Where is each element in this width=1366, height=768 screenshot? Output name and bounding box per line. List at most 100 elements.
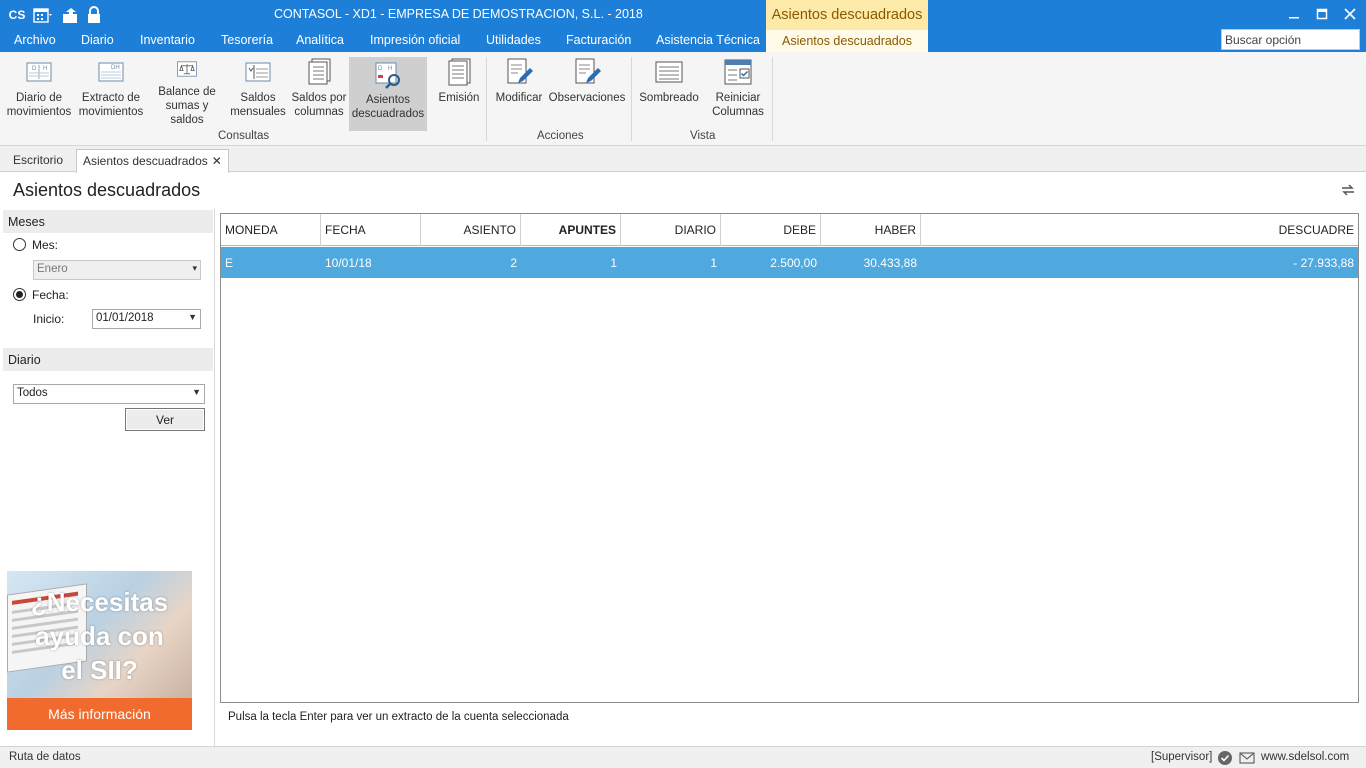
fecha-radio[interactable] xyxy=(13,288,26,301)
cs-logo-icon[interactable]: CS xyxy=(6,4,28,26)
asientos-descuadrados-button[interactable]: DH Asientos descuadrados xyxy=(349,57,427,131)
cell-apuntes: 1 xyxy=(610,256,617,270)
website-link[interactable]: www.sdelsol.com xyxy=(1261,751,1349,763)
saldos-mensuales-label1: Saldos xyxy=(240,92,276,104)
ruta-datos-label[interactable]: Ruta de datos xyxy=(9,751,81,763)
ad-headline-line1: ¿Necesitas xyxy=(30,587,169,617)
column-header-apuntes[interactable]: APUNTES xyxy=(521,214,621,246)
ribbon: DH Diario de movimientos DH Extracto de … xyxy=(0,52,1366,146)
extracto-movimientos-button[interactable]: DH Extracto de movimientos xyxy=(76,57,146,127)
grid-header: MONEDA FECHA ASIENTO APUNTES DIARIO DEBE… xyxy=(221,214,1358,246)
svg-text:DH: DH xyxy=(111,65,120,71)
mes-select[interactable]: Enero ▾ xyxy=(33,260,201,280)
tab-asientos-descuadrados-doc[interactable]: Asientos descuadrados ✕ xyxy=(76,149,229,173)
observaciones-button[interactable]: Observaciones xyxy=(548,57,626,127)
swap-icon[interactable] xyxy=(1339,181,1357,199)
filter-panel: Meses Mes: Enero ▾ Fecha: Inicio: 01/01/… xyxy=(0,209,215,746)
scale-icon xyxy=(177,61,197,77)
reiniciar-columnas-label2: Columnas xyxy=(712,106,764,118)
app-title: CONTASOL - XD1 - EMPRESA DE DEMOSTRACION… xyxy=(274,7,643,21)
ad-image[interactable]: ¿Necesitas ayuda con el SII? xyxy=(7,571,192,698)
saldos-columnas-label2: columnas xyxy=(294,106,344,118)
notes-document-icon xyxy=(575,58,601,84)
monthly-balance-icon xyxy=(245,62,271,82)
mas-informacion-button[interactable]: Más información xyxy=(7,698,192,730)
reiniciar-columnas-label1: Reiniciar xyxy=(715,92,761,104)
sombreado-label: Sombreado xyxy=(639,92,699,104)
reiniciar-columnas-button[interactable]: Reiniciar Columnas xyxy=(706,57,770,127)
diario-movimientos-label1: Diario de xyxy=(15,92,63,104)
close-icon[interactable] xyxy=(1338,4,1362,24)
balance-sumas-saldos-button[interactable]: Balance de sumas y saldos xyxy=(148,57,226,127)
maximize-icon[interactable] xyxy=(1310,4,1334,24)
sombreado-button[interactable]: Sombreado xyxy=(637,57,701,127)
folder-up-icon[interactable] xyxy=(60,4,82,26)
unbalanced-entries-icon: DH xyxy=(375,62,400,89)
tab-asientos-descuadrados[interactable]: Asientos descuadrados xyxy=(766,30,928,52)
edit-document-icon xyxy=(507,58,533,84)
asientos-descuadrados-label1: Asientos xyxy=(365,94,411,106)
saldos-mensuales-button[interactable]: Saldos mensuales xyxy=(229,57,287,127)
menu-tesoreria[interactable]: Tesorería xyxy=(221,33,273,47)
ver-button[interactable]: Ver xyxy=(125,408,205,431)
cs-logo-text: CS xyxy=(8,8,26,22)
chevron-down-icon: ▼ xyxy=(188,312,197,322)
cell-debe: 2.500,00 xyxy=(770,256,817,270)
menu-diario[interactable]: Diario xyxy=(81,33,114,47)
column-header-moneda[interactable]: MONEDA xyxy=(221,214,321,246)
svg-text:D: D xyxy=(32,66,37,72)
title-bar: CS CONTASOL - XD1 - EMPRESA DE DEMOSTRAC… xyxy=(0,0,1366,30)
print-document-icon xyxy=(448,58,471,86)
sii-help-ad: ¿Necesitas ayuda con el SII? Más informa… xyxy=(7,571,192,730)
diario-select[interactable]: Todos ▼ xyxy=(13,384,205,404)
column-header-fecha[interactable]: FECHA xyxy=(321,214,421,246)
emision-label: Emisión xyxy=(438,92,480,104)
modificar-button[interactable]: Modificar xyxy=(492,57,546,127)
ad-headline-line2: ayuda con xyxy=(35,621,164,651)
extracto-movimientos-label1: Extracto de xyxy=(81,92,141,104)
saldos-mensuales-label2: mensuales xyxy=(230,106,286,118)
column-header-haber[interactable]: HABER xyxy=(821,214,921,246)
user-label: [Supervisor] xyxy=(1151,751,1213,763)
mes-radio[interactable] xyxy=(13,238,26,251)
lock-icon[interactable] xyxy=(83,4,105,26)
close-tab-icon[interactable]: ✕ xyxy=(212,154,222,168)
menu-inventario[interactable]: Inventario xyxy=(140,33,195,47)
ribbon-separator xyxy=(631,57,632,141)
menu-impresion-oficial[interactable]: Impresión oficial xyxy=(370,33,460,47)
extract-dh-icon: DH xyxy=(98,62,124,82)
document-tabs: Escritorio Asientos descuadrados ✕ xyxy=(0,146,1366,173)
cell-moneda: E xyxy=(225,256,234,270)
shield-check-icon[interactable] xyxy=(1217,750,1233,766)
calendar-icon[interactable] xyxy=(30,4,56,26)
chevron-down-icon: ▼ xyxy=(192,387,201,397)
tab-escritorio[interactable]: Escritorio xyxy=(7,149,69,172)
inicio-date-field[interactable]: 01/01/2018 ▼ xyxy=(92,309,201,329)
svg-text:H: H xyxy=(43,66,47,72)
status-bar: Ruta de datos [Supervisor] www.sdelsol.c… xyxy=(0,746,1366,768)
cell-diario: 1 xyxy=(710,256,717,270)
menu-utilidades[interactable]: Utilidades xyxy=(486,33,541,47)
observaciones-label: Observaciones xyxy=(548,92,626,104)
page-title: Asientos descuadrados xyxy=(13,180,201,200)
saldos-columnas-button[interactable]: Saldos por columnas xyxy=(289,57,349,127)
ad-headline-line3: el SII? xyxy=(61,655,138,685)
mail-icon[interactable] xyxy=(1239,750,1255,766)
menu-analitica[interactable]: Analítica xyxy=(296,33,344,47)
meses-section-header: Meses xyxy=(3,210,213,233)
emision-button[interactable]: Emisión xyxy=(434,57,484,127)
menu-facturacion[interactable]: Facturación xyxy=(566,33,631,47)
column-header-diario[interactable]: DIARIO xyxy=(621,214,721,246)
column-header-debe[interactable]: DEBE xyxy=(721,214,821,246)
search-input[interactable]: Buscar opción xyxy=(1221,29,1360,50)
cell-asiento: 2 xyxy=(510,256,517,270)
menu-archivo[interactable]: Archivo xyxy=(14,33,56,47)
minimize-icon[interactable] xyxy=(1282,4,1306,24)
table-row[interactable]: E 10/01/18 2 1 1 2.500,00 30.433,88 - 27… xyxy=(221,247,1358,278)
column-header-asiento[interactable]: ASIENTO xyxy=(421,214,521,246)
balance-sumas-saldos-label2: sumas y saldos xyxy=(165,100,209,126)
diario-movimientos-button[interactable]: DH Diario de movimientos xyxy=(5,57,73,127)
column-header-descuadre[interactable]: DESCUADRE xyxy=(921,214,1358,246)
modificar-label: Modificar xyxy=(495,92,543,104)
menu-asistencia-tecnica[interactable]: Asistencia Técnica xyxy=(656,33,760,47)
